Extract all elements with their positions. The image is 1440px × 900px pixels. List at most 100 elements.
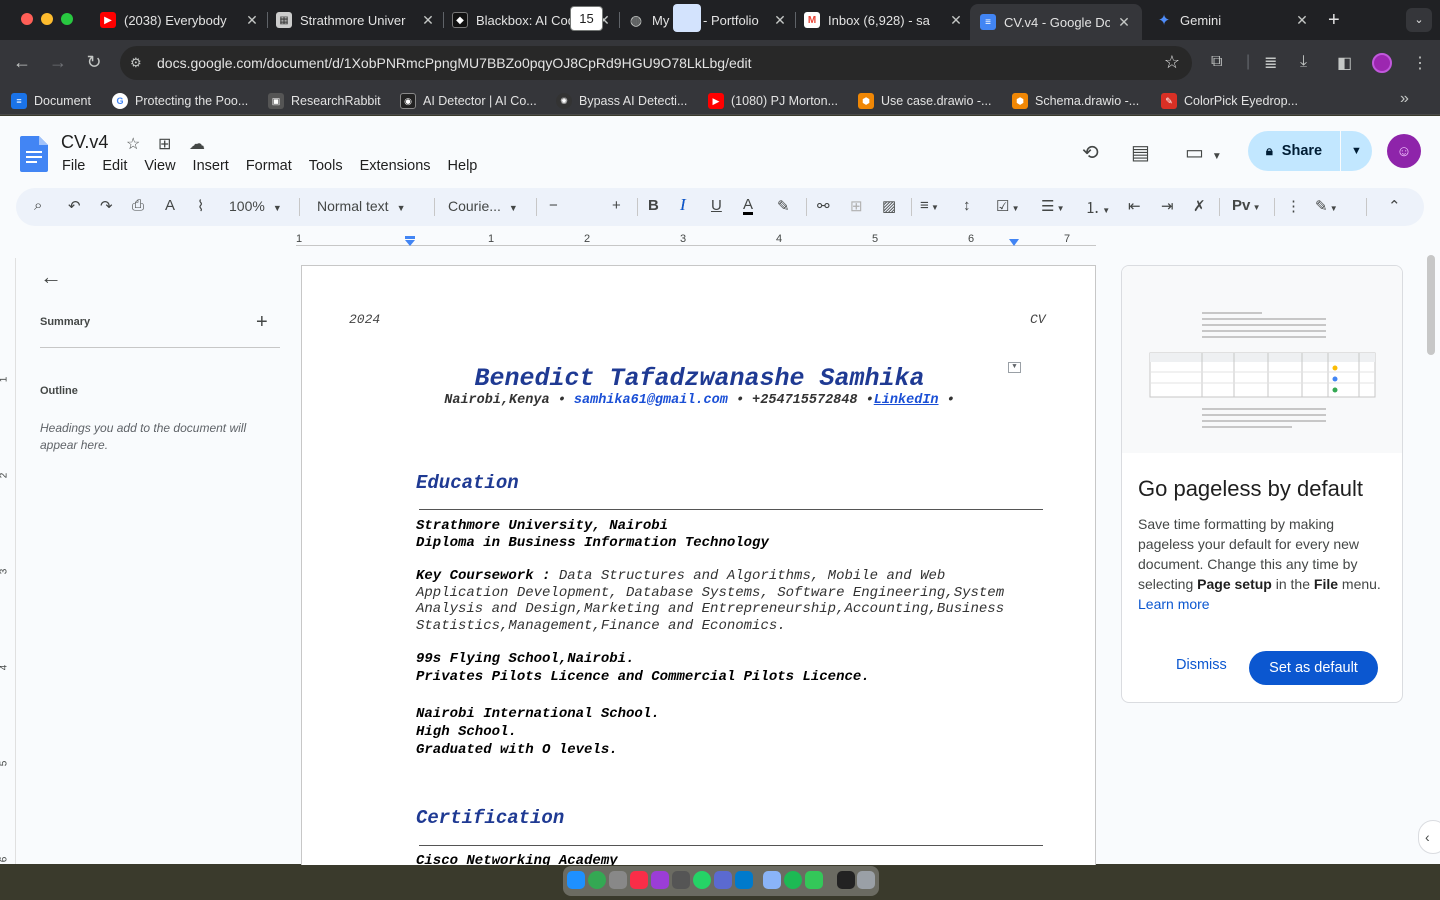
settings-icon[interactable] (672, 871, 690, 889)
download-icon[interactable]: ⤓ (1300, 53, 1307, 71)
more-options-icon[interactable]: ⋮ (1286, 197, 1301, 215)
new-tab-icon[interactable]: + (1328, 9, 1340, 32)
bookmark-star-icon[interactable]: ☆ (1164, 52, 1180, 73)
trash-icon[interactable] (857, 871, 875, 889)
browser-tab[interactable]: ◍ My Web - Portfolio ✕ (628, 6, 796, 34)
app-icon[interactable] (714, 871, 732, 889)
move-folder-icon[interactable]: ⊞ (158, 134, 171, 154)
font-select[interactable]: Courie... ▼ (448, 198, 518, 214)
reload-icon[interactable]: ↻ (83, 52, 105, 73)
address-bar[interactable]: ⚙ docs.google.com/document/d/1XobPNRmcPp… (120, 46, 1192, 80)
linkedin-link[interactable]: LinkedIn (874, 393, 939, 408)
bookmark-item[interactable]: ✎ ColorPick Eyedrop... (1161, 92, 1298, 110)
site-info-icon[interactable]: ⚙ (130, 55, 142, 71)
close-tab-icon[interactable]: ✕ (1294, 12, 1310, 29)
contact-line[interactable]: Nairobi,Kenya • samhika61@gmail.com • +2… (302, 393, 1095, 408)
bookmark-item[interactable]: ✺ Bypass AI Detecti... (556, 92, 687, 110)
education-entry-line[interactable]: Graduated with O levels. (416, 742, 618, 758)
close-tab-icon[interactable]: ✕ (244, 12, 260, 29)
education-entry-line[interactable]: Diploma in Business Information Technolo… (416, 535, 769, 551)
activity-monitor-icon[interactable] (837, 871, 855, 889)
decrease-font-size-icon[interactable]: − (549, 197, 558, 214)
user-avatar[interactable]: ☺ (1387, 134, 1421, 168)
align-icon[interactable]: ≡ ▼ (920, 197, 939, 214)
header-year[interactable]: 2024 (349, 312, 380, 327)
document-page[interactable]: 2024 CV Benedict Tafadzwanashe Samhika ▼… (301, 265, 1096, 865)
media-control-icon[interactable]: ≣ (1264, 53, 1277, 73)
vertical-ruler[interactable]: 1 2 3 4 5 6 (0, 258, 16, 864)
checklist-icon[interactable]: ☑ ▼ (996, 197, 1020, 215)
back-icon[interactable]: ← (11, 52, 33, 73)
section-heading-certification[interactable]: Certification (416, 807, 564, 829)
certification-entry-line[interactable]: Cisco Networking Academy (416, 853, 618, 865)
header-cv[interactable]: CV (1030, 312, 1046, 327)
finder-icon[interactable] (567, 871, 585, 889)
menu-view[interactable]: View (144, 158, 175, 178)
bookmark-item[interactable]: ≡ Document (11, 92, 91, 110)
decrease-indent-icon[interactable]: ⇤ (1128, 197, 1141, 215)
bookmark-item[interactable]: ◉ AI Detector | AI Co... (400, 92, 537, 110)
menu-extensions[interactable]: Extensions (360, 158, 431, 178)
education-entry-line[interactable]: Privates Pilots Licence and Commercial P… (416, 669, 870, 685)
print-icon[interactable]: ⎙ (132, 197, 144, 214)
tab-search-icon[interactable]: ⌄ (1406, 8, 1432, 32)
bookmark-item[interactable]: G Protecting the Poo... (112, 92, 248, 110)
version-history-icon[interactable]: ⟲ (1082, 140, 1099, 165)
browser-tab[interactable]: ✦ Gemini ✕ (1156, 6, 1310, 34)
close-outline-icon[interactable]: ← (40, 264, 62, 290)
font-size-input[interactable]: 15 (570, 6, 603, 31)
browser-tab-active[interactable]: ≡ CV.v4 - Google Do ✕ (970, 4, 1142, 40)
right-indent-marker[interactable] (1008, 238, 1020, 248)
bulleted-list-icon[interactable]: ☰ ▼ (1041, 197, 1065, 215)
increase-font-size-icon[interactable]: + (612, 197, 621, 214)
ink-tools-icon[interactable]: Pv ▼ (1232, 197, 1261, 214)
insert-image-icon[interactable]: ▨ (882, 197, 896, 215)
close-tab-icon[interactable]: ✕ (420, 12, 436, 29)
key-coursework-paragraph[interactable]: Key Coursework : Data Structures and Alg… (416, 568, 1041, 634)
bookmarks-overflow-icon[interactable]: » (1400, 90, 1409, 108)
underline-icon[interactable]: U (711, 197, 722, 214)
text-color-icon[interactable]: A (743, 197, 754, 215)
education-entry-line[interactable]: Nairobi International School. (416, 706, 660, 722)
menu-tools[interactable]: Tools (309, 158, 343, 178)
browser-profile-avatar[interactable] (1372, 53, 1392, 73)
increase-indent-icon[interactable]: ⇥ (1161, 197, 1174, 215)
insert-link-icon[interactable]: ⚯ (817, 197, 830, 215)
collapse-toolbar-icon[interactable]: ⌃ (1388, 197, 1401, 215)
side-panel-toggle-icon[interactable]: ‹ (1418, 820, 1440, 854)
browser-tab[interactable]: ▶ (2038) Everybody ✕ (100, 6, 268, 34)
add-comment-icon[interactable]: ⊞ (850, 197, 863, 215)
share-button[interactable]: 🔒︎ Share (1248, 131, 1340, 171)
menu-help[interactable]: Help (448, 158, 478, 178)
left-indent-marker[interactable] (404, 236, 416, 248)
menu-insert[interactable]: Insert (193, 158, 229, 178)
set-as-default-button[interactable]: Set as default (1249, 651, 1378, 685)
whatsapp-icon[interactable] (693, 871, 711, 889)
chrome-icon[interactable] (588, 871, 606, 889)
dismiss-button[interactable]: Dismiss (1176, 657, 1227, 673)
italic-button[interactable]: I (680, 195, 686, 215)
cloud-saved-icon[interactable]: ☁ (189, 134, 205, 154)
paint-format-icon[interactable]: ⌇ (197, 197, 204, 215)
line-spacing-icon[interactable]: ↕ (963, 197, 971, 214)
education-entry-line[interactable]: Strathmore University, Nairobi (416, 518, 668, 534)
bookmark-item[interactable]: ▶ (1080) PJ Morton... (708, 92, 838, 110)
close-tab-icon[interactable]: ✕ (1116, 14, 1132, 31)
spellcheck-icon[interactable]: A (165, 197, 175, 214)
vertical-scrollbar[interactable] (1427, 255, 1435, 355)
browser-tab[interactable]: M Inbox (6,928) - sa ✕ (804, 6, 964, 34)
comments-icon[interactable]: ▤ (1131, 140, 1150, 165)
redo-icon[interactable]: ↷ (100, 197, 113, 215)
close-tab-icon[interactable]: ✕ (948, 12, 964, 29)
menu-edit[interactable]: Edit (102, 158, 127, 178)
numbered-list-icon[interactable]: ⒈ ▼ (1085, 197, 1110, 218)
url-text[interactable]: docs.google.com/document/d/1XobPNRmcPpng… (157, 55, 752, 71)
education-entry-line[interactable]: 99s Flying School,Nairobi. (416, 651, 634, 667)
menu-file[interactable]: File (62, 158, 85, 178)
search-menus-icon[interactable]: ⌕ (34, 197, 42, 214)
facetime-icon[interactable] (805, 871, 823, 889)
bookmark-item[interactable]: ▣ ResearchRabbit (268, 92, 381, 110)
editing-mode-icon[interactable]: ✎ ▼ (1315, 197, 1338, 215)
clear-formatting-icon[interactable]: ✗ (1193, 197, 1206, 215)
email-link[interactable]: samhika61@gmail.com (574, 393, 728, 408)
